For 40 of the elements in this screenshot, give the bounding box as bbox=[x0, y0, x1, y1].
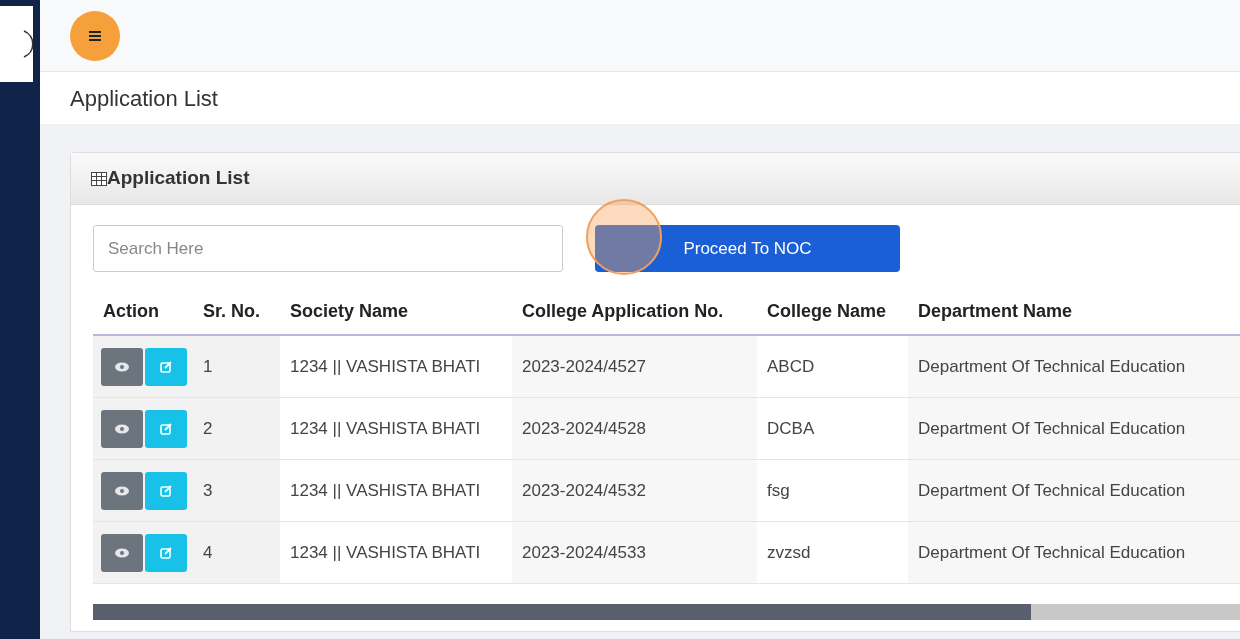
table-cell: 2023-2024/4528 bbox=[512, 398, 757, 459]
eye-icon bbox=[115, 423, 129, 434]
card-title: Application List bbox=[107, 166, 250, 191]
menu-button[interactable] bbox=[70, 10, 120, 61]
table-cell: Department Of Technical Education bbox=[908, 398, 1240, 459]
page-title: Application List bbox=[70, 84, 218, 113]
view-button[interactable] bbox=[101, 471, 143, 510]
column-header: College Application No. bbox=[522, 301, 724, 321]
edit-icon bbox=[160, 422, 172, 435]
column-header: Society Name bbox=[290, 301, 409, 321]
table-cell: 2023-2024/4532 bbox=[512, 460, 757, 521]
table-cell: 3 bbox=[193, 460, 280, 521]
table-cell: Department Of Technical Education bbox=[908, 460, 1240, 521]
view-button[interactable] bbox=[101, 347, 143, 386]
table-cell: 2023-2024/4527 bbox=[512, 336, 757, 397]
view-button[interactable] bbox=[101, 533, 143, 572]
table-cell: 1 bbox=[193, 336, 280, 397]
search-field[interactable]: Search Here bbox=[93, 225, 563, 272]
scrollbar-thumb[interactable] bbox=[93, 604, 1031, 620]
column-header: Action bbox=[103, 301, 159, 321]
horizontal-scrollbar[interactable] bbox=[93, 604, 1240, 620]
edit-icon bbox=[160, 360, 172, 373]
column-header: College Name bbox=[767, 301, 887, 321]
proceed-button[interactable]: Proceed To NOC bbox=[595, 225, 900, 272]
table-cell: Department Of Technical Education bbox=[908, 336, 1240, 397]
edit-icon bbox=[160, 484, 172, 497]
eye-icon bbox=[115, 485, 129, 496]
table-cell: 2023-2024/4533 bbox=[512, 522, 757, 583]
table-cell: 2 bbox=[193, 398, 280, 459]
eye-icon bbox=[115, 547, 129, 558]
eye-icon bbox=[115, 361, 129, 372]
edit-icon bbox=[160, 546, 172, 559]
column-header: Department Name bbox=[918, 301, 1073, 321]
table-cell: Department Of Technical Education bbox=[908, 522, 1240, 583]
column-header: Sr. No. bbox=[203, 301, 260, 321]
view-button[interactable] bbox=[101, 409, 143, 448]
sidebar-tab[interactable] bbox=[0, 6, 33, 82]
menu-icon bbox=[89, 30, 101, 41]
table-icon bbox=[91, 171, 107, 186]
table-cell: 4 bbox=[193, 522, 280, 583]
